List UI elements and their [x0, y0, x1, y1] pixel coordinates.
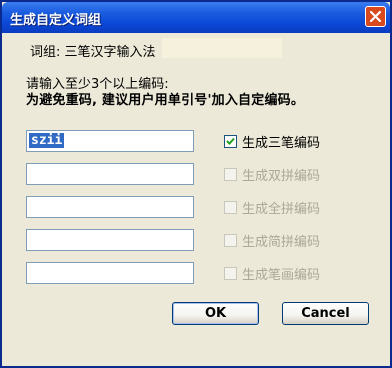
- checkbox-bihua[interactable]: [224, 266, 237, 280]
- code-input-5[interactable]: [26, 262, 194, 284]
- checkbox-shuangpin[interactable]: [224, 167, 237, 181]
- option-label-shuangpin: 生成双拼编码: [242, 168, 321, 184]
- option-label-bihua: 生成笔画编码: [242, 267, 321, 283]
- title-bar[interactable]: 生成自定义词组: [2, 2, 390, 33]
- ok-button[interactable]: OK: [172, 302, 259, 325]
- code-input-2[interactable]: [26, 163, 194, 185]
- instruction-line-2: 为避免重码, 建议用户用单引号'加入自定编码。: [26, 93, 305, 108]
- option-sanbi[interactable]: 生成三笔编码: [224, 132, 321, 151]
- code-input-3[interactable]: [26, 196, 194, 218]
- option-jianpin[interactable]: 生成简拼编码: [224, 231, 321, 250]
- checkbox-sanbi[interactable]: [224, 134, 237, 148]
- group-name-field: [162, 38, 282, 58]
- dialog-window: 生成自定义词组 词组: 三笔汉字输入法 请输入至少3个以上编码: 为避免重码, …: [0, 0, 392, 368]
- close-icon: [370, 11, 381, 22]
- group-label: 词组: 三笔汉字输入法: [30, 45, 156, 60]
- cancel-button[interactable]: Cancel: [282, 302, 369, 325]
- option-label-sanbi: 生成三笔编码: [242, 135, 321, 151]
- code-input-4[interactable]: [26, 229, 194, 251]
- option-label-quanpin: 生成全拼编码: [242, 201, 321, 217]
- code-input-1-value: szii: [29, 133, 65, 148]
- checkmark-icon: [226, 137, 235, 145]
- window-title: 生成自定义词组: [10, 13, 102, 28]
- option-shuangpin[interactable]: 生成双拼编码: [224, 165, 321, 184]
- option-quanpin[interactable]: 生成全拼编码: [224, 198, 321, 217]
- option-label-jianpin: 生成简拼编码: [242, 234, 321, 250]
- checkbox-quanpin[interactable]: [224, 200, 237, 214]
- option-bihua[interactable]: 生成笔画编码: [224, 264, 321, 283]
- code-input-1[interactable]: szii: [26, 130, 194, 152]
- checkbox-jianpin[interactable]: [224, 233, 237, 247]
- close-button[interactable]: [365, 6, 386, 27]
